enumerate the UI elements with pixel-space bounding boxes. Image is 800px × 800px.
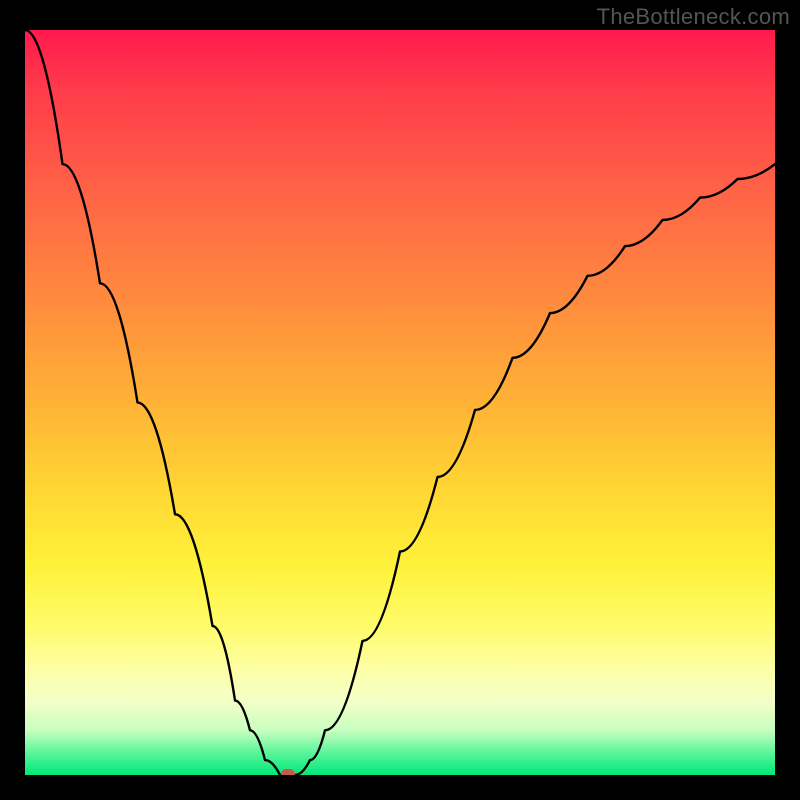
plot-area	[25, 30, 775, 775]
bottleneck-curve	[25, 30, 775, 775]
chart-frame: TheBottleneck.com	[0, 0, 800, 800]
watermark-text: TheBottleneck.com	[597, 4, 790, 30]
optimal-point-marker	[281, 769, 295, 775]
